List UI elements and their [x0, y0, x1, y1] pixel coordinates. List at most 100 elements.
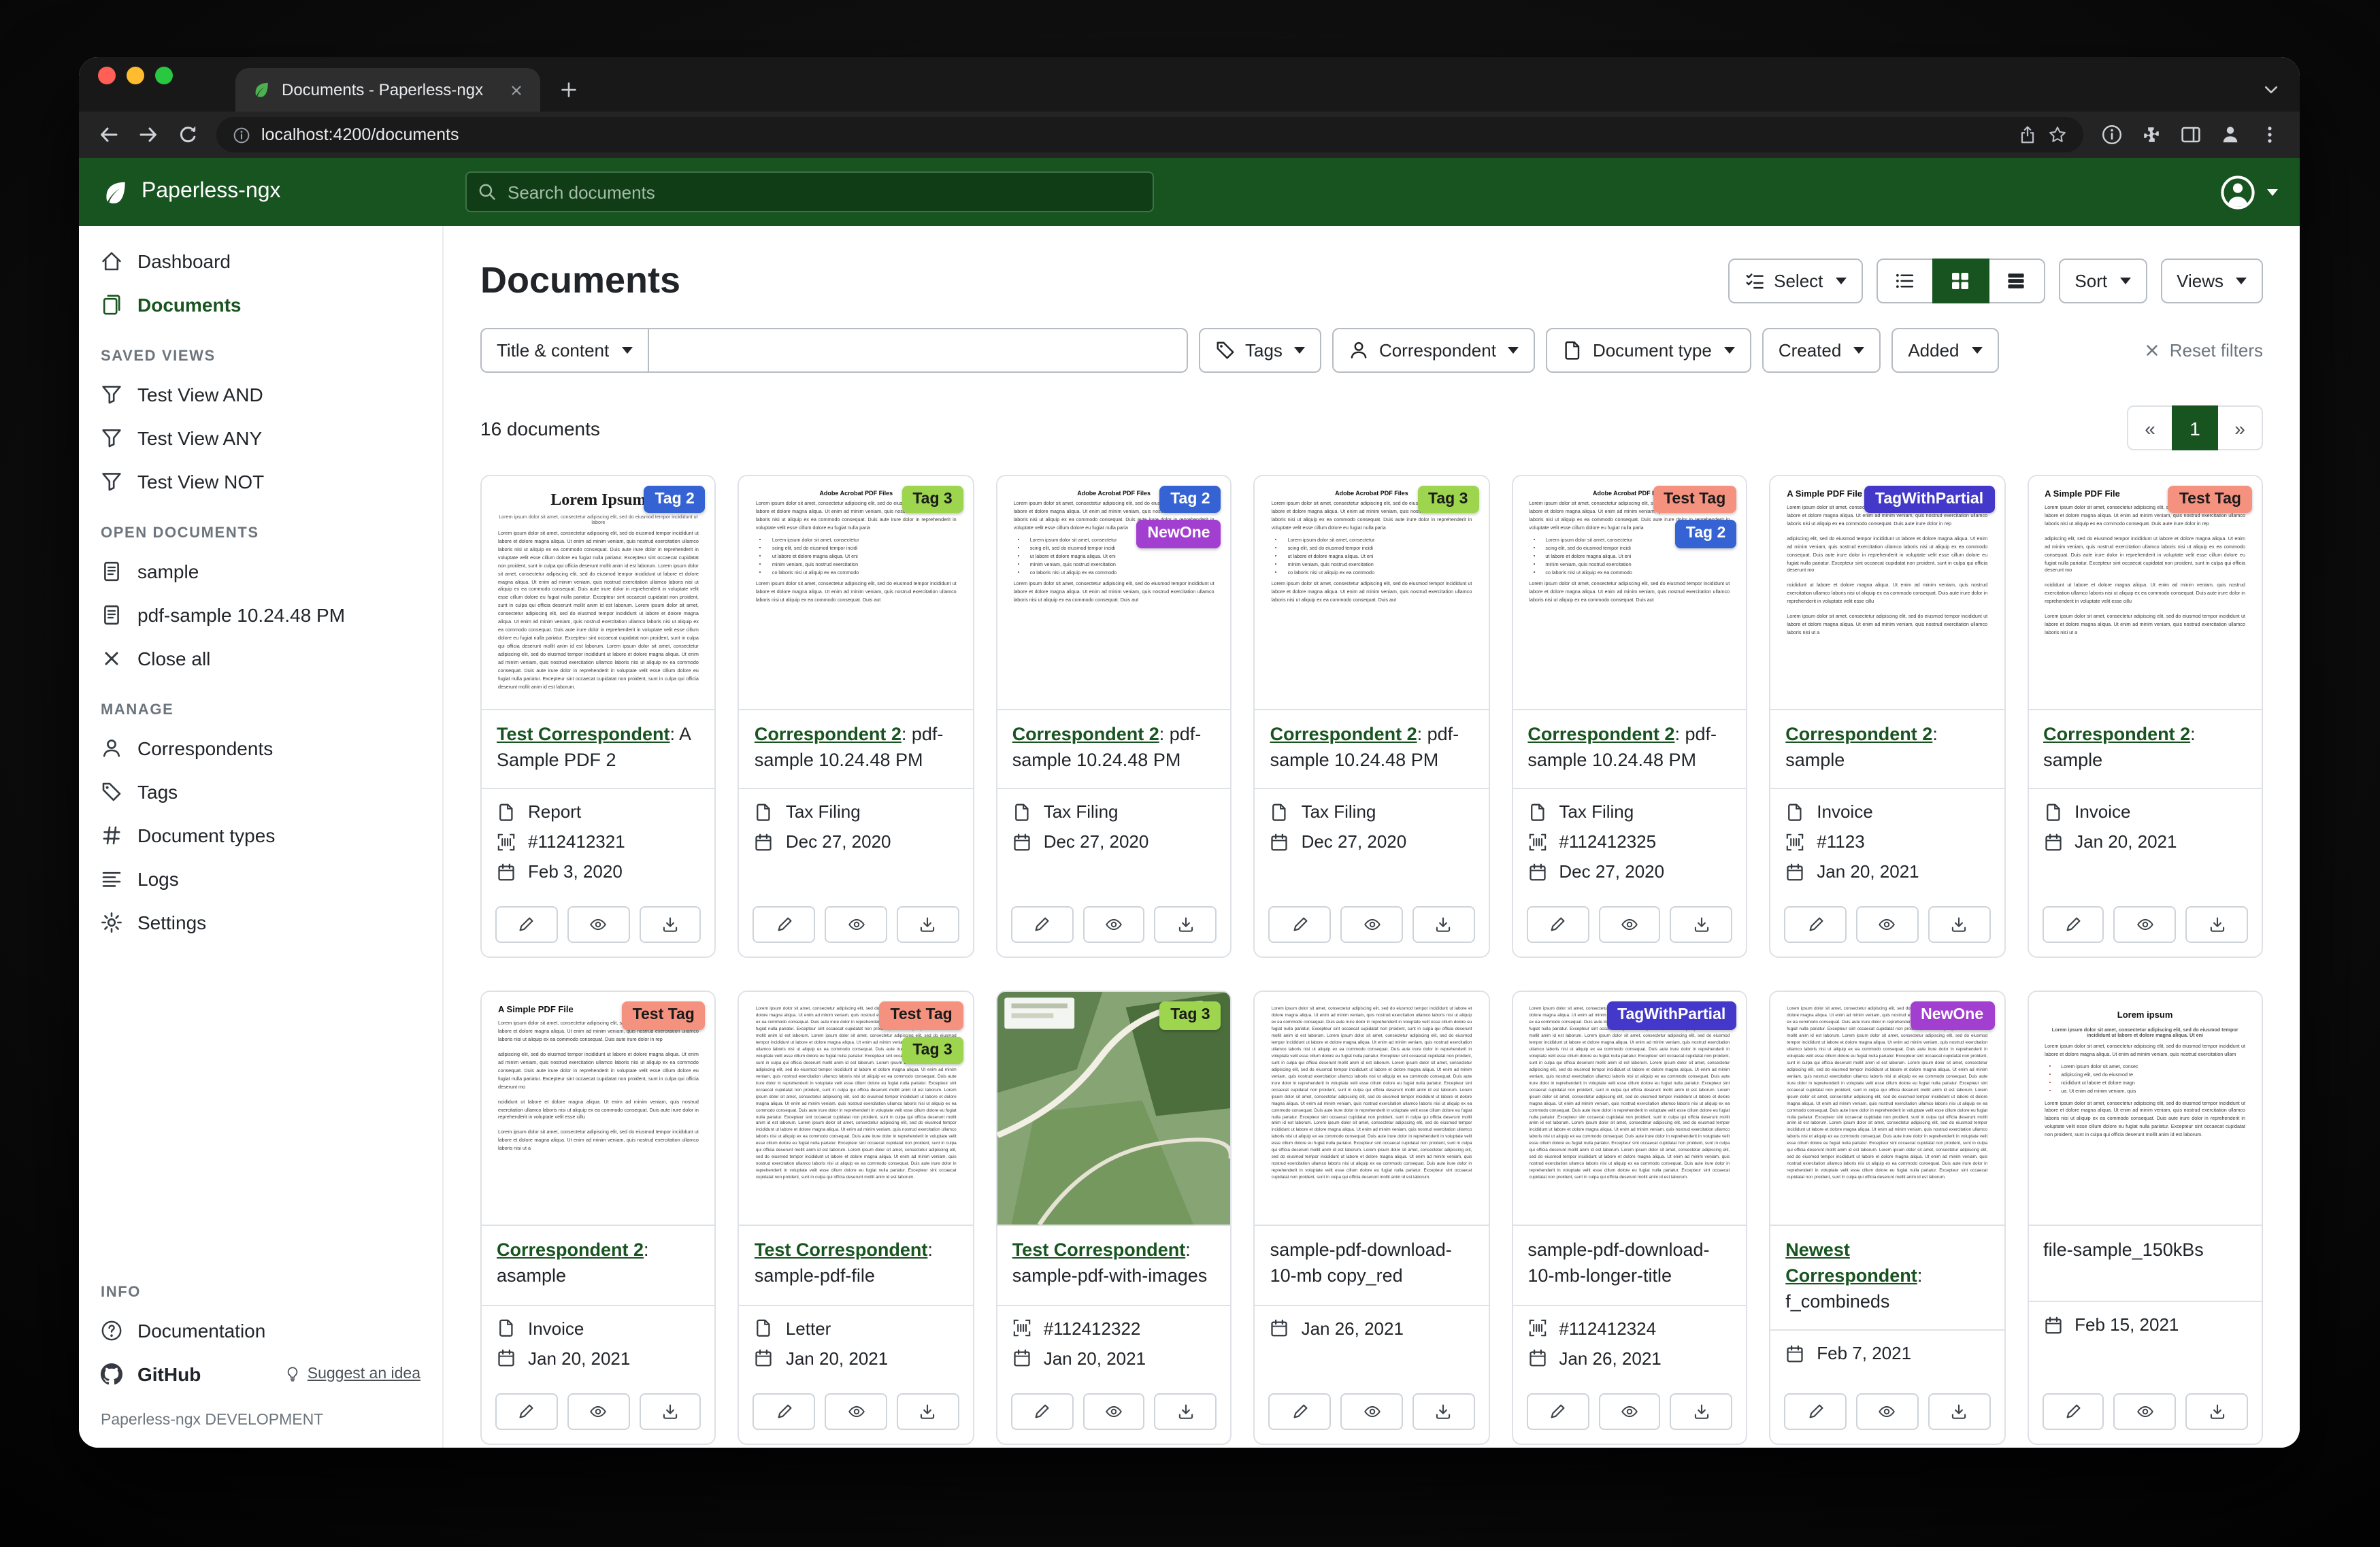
user-menu[interactable] — [2219, 173, 2278, 210]
edit-button[interactable] — [1526, 1393, 1589, 1429]
edit-button[interactable] — [2042, 1393, 2104, 1429]
tag-badge[interactable]: NewOne — [1137, 520, 1221, 548]
document-thumbnail[interactable]: Lorem ipsum dolor sit amet, consectetur … — [1770, 993, 2004, 1227]
document-title[interactable]: sample-pdf-download-10-mb copy_red — [1255, 1227, 1489, 1306]
edit-button[interactable] — [753, 907, 816, 944]
sidebar-item-correspondents[interactable]: Correspondents — [79, 727, 442, 770]
view-button[interactable] — [1598, 1393, 1661, 1429]
download-button[interactable] — [897, 1393, 959, 1429]
bookmark-star-icon[interactable] — [2048, 125, 2067, 144]
correspondent-link[interactable]: Correspondent 2 — [1270, 724, 1417, 744]
detail-view-button[interactable] — [1987, 259, 2045, 303]
sidebar-item-open-doc-pdf-sample[interactable]: pdf-sample 10.24.48 PM — [79, 593, 442, 637]
sidebar-item-open-doc-sample[interactable]: sample — [79, 550, 442, 593]
document-type-filter-button[interactable]: Document type — [1547, 328, 1751, 373]
sidebar-item-settings[interactable]: Settings — [79, 901, 442, 944]
browser-profile-icon[interactable] — [2219, 124, 2241, 146]
tag-badge[interactable]: Test Tag — [2168, 486, 2252, 514]
document-thumbnail[interactable]: Lorem ipsum dolor sit amet, consectetur … — [740, 993, 973, 1227]
document-title[interactable]: Test Correspondent: sample-pdf-file — [740, 1227, 973, 1306]
sidebar-item-documentation[interactable]: Documentation — [79, 1309, 442, 1352]
new-tab-button[interactable] — [559, 80, 578, 99]
tags-filter-button[interactable]: Tags — [1199, 328, 1322, 373]
document-title[interactable]: Correspondent 2: pdf-sample 10.24.48 PM — [997, 710, 1231, 790]
edit-button[interactable] — [1784, 1393, 1847, 1429]
share-icon[interactable] — [2018, 125, 2037, 144]
document-title[interactable]: Test Correspondent: A Sample PDF 2 — [482, 710, 715, 790]
view-button[interactable] — [1082, 1393, 1145, 1429]
views-button[interactable]: Views — [2160, 259, 2263, 303]
tag-badge[interactable]: NewOne — [1910, 1002, 1994, 1030]
document-thumbnail[interactable]: Lorem ipsumLorem ipsum dolor sit amet, c… — [2028, 993, 2262, 1227]
correspondent-link[interactable]: Correspondent 2 — [1012, 724, 1159, 744]
sidebar-item-logs[interactable]: Logs — [79, 857, 442, 901]
sidebar-item-tags[interactable]: Tags — [79, 770, 442, 814]
download-button[interactable] — [1670, 907, 1733, 944]
tag-badge[interactable]: Test Tag — [880, 1002, 963, 1030]
browser-tab[interactable]: Documents - Paperless-ngx — [235, 68, 540, 112]
document-thumbnail[interactable]: A Simple PDF FileLorem ipsum dolor sit a… — [482, 993, 715, 1227]
document-thumbnail[interactable]: A Simple PDF FileLorem ipsum dolor sit a… — [1770, 476, 2004, 710]
address-bar[interactable]: localhost:4200/documents — [216, 117, 2083, 152]
correspondent-link[interactable]: Correspondent 2 — [1527, 724, 1674, 744]
view-button[interactable] — [567, 1393, 630, 1429]
tag-badge[interactable]: Tag 3 — [1417, 486, 1478, 514]
document-title[interactable]: Correspondent 2: sample — [1770, 710, 2004, 790]
view-button[interactable] — [1856, 907, 1919, 944]
download-button[interactable] — [897, 907, 959, 944]
sidebar-item-document-types[interactable]: Document types — [79, 814, 442, 857]
download-button[interactable] — [639, 907, 701, 944]
document-title[interactable]: Correspondent 2: pdf-sample 10.24.48 PM — [740, 710, 973, 790]
search-input[interactable] — [465, 171, 1154, 212]
download-button[interactable] — [1412, 907, 1475, 944]
correspondent-link[interactable]: Test Correspondent — [497, 724, 670, 744]
sidebar-item-close-all[interactable]: Close all — [79, 637, 442, 680]
correspondent-link[interactable]: Test Correspondent — [1012, 1240, 1186, 1261]
document-thumbnail[interactable]: Adobe Acrobat PDF FilesLorem ipsum dolor… — [997, 476, 1231, 710]
edit-button[interactable] — [1269, 1393, 1332, 1429]
zoom-window-button[interactable] — [155, 67, 173, 84]
sidebar-item-dashboard[interactable]: Dashboard — [79, 239, 442, 283]
correspondent-link[interactable]: Test Correspondent — [755, 1240, 928, 1261]
app-brand[interactable]: Paperless-ngx — [101, 178, 465, 206]
download-button[interactable] — [1155, 907, 1217, 944]
download-button[interactable] — [639, 1393, 701, 1429]
select-button[interactable]: Select — [1728, 259, 1862, 303]
edit-button[interactable] — [495, 1393, 558, 1429]
tag-badge[interactable]: Tag 3 — [1159, 1002, 1221, 1030]
minimize-window-button[interactable] — [127, 67, 144, 84]
edit-button[interactable] — [2042, 907, 2104, 944]
list-view-button[interactable] — [1876, 259, 1933, 303]
document-thumbnail[interactable]: A Simple PDF FileLorem ipsum dolor sit a… — [2028, 476, 2262, 710]
edit-button[interactable] — [1526, 907, 1589, 944]
document-thumbnail[interactable]: Adobe Acrobat PDF FilesLorem ipsum dolor… — [1513, 476, 1746, 710]
document-thumbnail[interactable]: Adobe Acrobat PDF FilesLorem ipsum dolor… — [740, 476, 973, 710]
download-button[interactable] — [1155, 1393, 1217, 1429]
download-button[interactable] — [1928, 907, 1991, 944]
added-filter-button[interactable]: Added — [1891, 328, 1998, 373]
correspondent-link[interactable]: Correspondent 2 — [2043, 724, 2190, 744]
reload-button[interactable] — [177, 124, 199, 146]
download-button[interactable] — [2185, 907, 2248, 944]
reset-filters-button[interactable]: Reset filters — [2144, 340, 2263, 361]
filter-query-input[interactable] — [648, 328, 1188, 373]
document-thumbnail[interactable]: Tag 3 — [997, 993, 1231, 1227]
next-page-button[interactable]: » — [2217, 405, 2263, 450]
sidebar-item-documents[interactable]: Documents — [79, 283, 442, 327]
tab-close-icon[interactable] — [509, 82, 524, 97]
download-button[interactable] — [1412, 1393, 1475, 1429]
edit-button[interactable] — [1011, 907, 1074, 944]
document-title[interactable]: Correspondent 2: asample — [482, 1227, 715, 1306]
document-thumbnail[interactable]: Adobe Acrobat PDF FilesLorem ipsum dolor… — [1255, 476, 1489, 710]
tag-badge[interactable]: TagWithPartial — [1606, 1002, 1736, 1030]
sidebar-item-saved-view-and[interactable]: Test View AND — [79, 373, 442, 416]
document-thumbnail[interactable]: Lorem IpsumLorem ipsum dolor sit amet, c… — [482, 476, 715, 710]
download-button[interactable] — [1928, 1393, 1991, 1429]
document-title[interactable]: file-sample_150kBs — [2028, 1227, 2262, 1303]
back-button[interactable] — [98, 124, 120, 146]
created-filter-button[interactable]: Created — [1762, 328, 1881, 373]
document-thumbnail[interactable]: Lorem ipsum dolor sit amet, consectetur … — [1255, 993, 1489, 1227]
view-button[interactable] — [1340, 1393, 1403, 1429]
tag-badge[interactable]: Tag 2 — [1159, 486, 1221, 514]
edit-button[interactable] — [753, 1393, 816, 1429]
